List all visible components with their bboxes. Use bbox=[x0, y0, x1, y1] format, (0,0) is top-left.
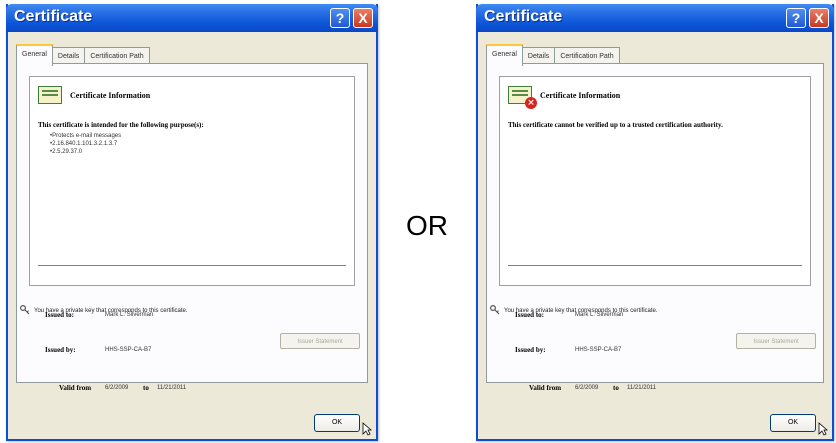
tab-general[interactable]: General bbox=[486, 44, 523, 66]
issued-by-label: Issued by: bbox=[45, 346, 76, 354]
list-item: •2.16.840.1.101.3.2.1.3.7 bbox=[50, 141, 118, 147]
ok-button[interactable]: OK bbox=[770, 414, 816, 432]
valid-to-value: 11/21/2011 bbox=[627, 385, 657, 391]
certificate-info-box: × Certificate Information This certifica… bbox=[499, 76, 811, 286]
mouse-cursor-icon bbox=[818, 422, 828, 436]
info-title: Certificate Information bbox=[540, 91, 621, 100]
window-title: Certificate bbox=[484, 8, 563, 25]
close-button[interactable]: X bbox=[809, 8, 829, 28]
ok-button[interactable]: OK bbox=[314, 414, 360, 432]
window-title: Certificate bbox=[14, 8, 93, 25]
key-icon bbox=[20, 305, 30, 315]
issuer-statement-button[interactable]: Issuer Statement bbox=[736, 333, 816, 349]
issued-by-value: HHS-SSP-CA-B7 bbox=[105, 347, 152, 353]
valid-from-value: 6/2/2009 bbox=[105, 385, 129, 391]
valid-from-value: 6/2/2009 bbox=[575, 385, 599, 391]
private-key-message: You have a private key that corresponds … bbox=[34, 308, 188, 314]
error-badge-icon: × bbox=[525, 97, 537, 109]
title-bar[interactable]: Certificate ? X bbox=[476, 4, 834, 32]
valid-from-label: Valid from bbox=[529, 384, 562, 392]
tab-bar: General Details Certification Path bbox=[486, 44, 620, 66]
info-title: Certificate Information bbox=[70, 91, 151, 100]
or-label: OR bbox=[406, 210, 448, 241]
certificate-info-box: Certificate Information This certificate… bbox=[29, 76, 355, 286]
issued-by-value: HHS-SSP-CA-B7 bbox=[575, 347, 622, 353]
divider bbox=[508, 265, 802, 267]
valid-to-label: to bbox=[613, 384, 619, 392]
certificate-dialog-untrusted: Certificate ? X General Details Certific… bbox=[476, 4, 834, 441]
valid-to-value: 11/21/2011 bbox=[157, 385, 187, 391]
issuer-statement-button[interactable]: Issuer Statement bbox=[280, 333, 360, 349]
close-button[interactable]: X bbox=[353, 8, 373, 28]
valid-to-label: to bbox=[143, 384, 149, 392]
purpose-message: This certificate is intended for the fol… bbox=[38, 121, 204, 129]
mouse-cursor-icon bbox=[362, 422, 372, 436]
key-icon bbox=[490, 305, 500, 315]
trust-error-message: This certificate cannot be verified up t… bbox=[508, 121, 723, 129]
list-item: •Protects e-mail messages bbox=[50, 133, 122, 139]
valid-from-label: Valid from bbox=[59, 384, 92, 392]
certificate-dialog-valid: Certificate ? X General Details Certific… bbox=[6, 4, 378, 441]
tab-bar: General Details Certification Path bbox=[16, 44, 150, 66]
title-bar[interactable]: Certificate ? X bbox=[6, 4, 378, 32]
help-button[interactable]: ? bbox=[786, 8, 806, 28]
certificate-icon bbox=[38, 86, 62, 104]
issued-by-label: Issued by: bbox=[515, 346, 546, 354]
help-button[interactable]: ? bbox=[330, 8, 350, 28]
divider bbox=[38, 265, 346, 267]
list-item: •2.5.29.37.0 bbox=[50, 149, 83, 155]
tab-general[interactable]: General bbox=[16, 44, 53, 66]
private-key-message: You have a private key that corresponds … bbox=[504, 308, 658, 314]
certificate-error-icon: × bbox=[508, 86, 537, 109]
purpose-list: •Protects e-mail messages •2.16.840.1.10… bbox=[50, 132, 121, 156]
